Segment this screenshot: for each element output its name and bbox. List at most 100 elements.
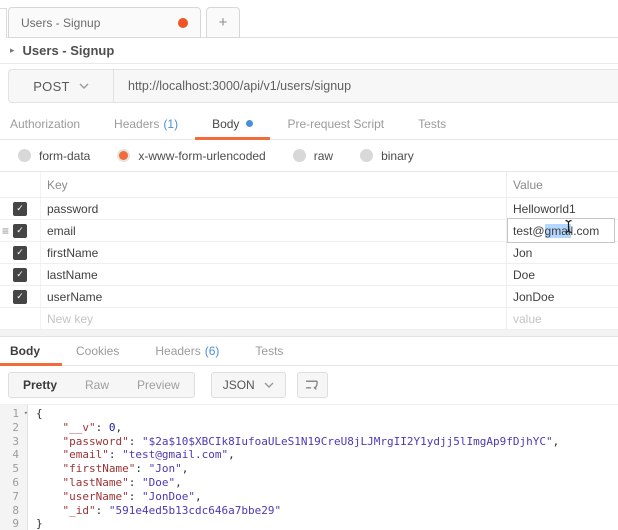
url-row: POST http://localhost:3000/api/v1/users/… <box>0 64 618 108</box>
value-cell[interactable]: Helloworld1 <box>506 198 618 219</box>
radio-icon <box>18 149 31 162</box>
method-dropdown[interactable]: POST <box>9 70 113 102</box>
value-text: test@ <box>513 224 545 238</box>
view-mode-pretty[interactable]: Pretty <box>9 373 71 397</box>
url-box: POST http://localhost:3000/api/v1/users/… <box>8 69 618 103</box>
code-text: { <box>28 407 43 421</box>
body-type-options: form-data x-www-form-urlencoded raw binary <box>0 140 618 171</box>
body-type-x-www-form-urlencoded[interactable]: x-www-form-urlencoded <box>117 149 265 163</box>
request-tab-label: Body <box>212 117 239 131</box>
code-text: "email": "test@gmail.com", <box>28 448 235 462</box>
response-tab-label: Cookies <box>76 344 119 358</box>
table-row: ≡ ✓ emailtest@gmail.com <box>0 220 618 242</box>
row-checkbox[interactable]: ✓ <box>13 224 27 238</box>
section-divider <box>0 330 618 337</box>
request-tab-label: Authorization <box>10 117 80 131</box>
table-row: ✓ passwordHelloworld1 <box>0 198 618 220</box>
chevron-right-icon: ▸ <box>10 45 15 56</box>
code-lines: 1▾{2 "__v": 0,3 "password": "$2a$10$XBCI… <box>0 407 618 530</box>
code-text: } <box>28 517 43 530</box>
response-tab-tests[interactable]: Tests <box>237 337 301 365</box>
line-number: 7 <box>0 490 28 504</box>
code-line: 6 "lastName": "Doe", <box>0 476 618 490</box>
postman-window: Users - Signup + ▸ Users - Signup POST h… <box>0 0 618 530</box>
key-cell[interactable]: userName <box>40 286 506 307</box>
code-text: "userName": "JonDoe", <box>28 490 202 504</box>
text-cursor-icon <box>564 219 573 234</box>
request-tab-body[interactable]: Body <box>195 108 270 139</box>
view-mode-preview[interactable]: Preview <box>123 373 194 397</box>
line-number: 6 <box>0 476 28 490</box>
response-tab-cookies[interactable]: Cookies <box>58 337 137 365</box>
code-text: "_id": "591e4ed5b13cdc646a7bbe29" <box>28 504 281 518</box>
code-line: 3 "password": "$2a$10$XBCIk8IufoaULeS1N1… <box>0 435 618 449</box>
tab-title: Users - Signup <box>21 16 100 30</box>
line-number: 5 <box>0 462 28 476</box>
row-checkbox[interactable]: ✓ <box>13 202 27 216</box>
code-line: 2 "__v": 0, <box>0 421 618 435</box>
value-input-focused[interactable]: test@gmail.com <box>507 218 615 243</box>
key-cell[interactable]: lastName <box>40 264 506 285</box>
body-type-binary[interactable]: binary <box>360 149 414 163</box>
language-label: JSON <box>223 378 255 392</box>
request-tab-headers[interactable]: Headers(1) <box>97 108 195 139</box>
key-cell[interactable]: password <box>40 198 506 219</box>
drag-handle-icon[interactable]: ≡ <box>2 224 9 236</box>
view-mode-raw[interactable]: Raw <box>71 373 123 397</box>
wrap-text-button[interactable] <box>297 372 328 398</box>
line-number: 4 <box>0 448 28 462</box>
request-tab-users-signup[interactable]: Users - Signup <box>8 7 201 38</box>
response-tab-label: Tests <box>255 344 283 358</box>
body-type-form-data[interactable]: form-data <box>18 149 90 163</box>
row-checkbox[interactable]: ✓ <box>13 290 27 304</box>
value-cell[interactable]: Doe <box>506 264 618 285</box>
plus-icon: + <box>219 14 228 31</box>
request-collapse-header[interactable]: ▸ Users - Signup <box>0 38 618 64</box>
line-number: 9 <box>0 517 28 530</box>
code-line: 1▾{ <box>0 407 618 421</box>
value-text: l.com <box>571 224 600 238</box>
new-value-input[interactable]: value <box>506 308 618 329</box>
body-type-label: binary <box>381 149 414 163</box>
response-tab-headers[interactable]: Headers (6) <box>137 337 237 365</box>
request-name: Users - Signup <box>23 43 115 58</box>
partial-tab <box>0 8 7 38</box>
body-content-dot-icon <box>246 120 253 127</box>
value-cell[interactable]: test@gmail.com <box>506 220 618 241</box>
request-tab-pre-request-script[interactable]: Pre-request Script <box>270 108 401 139</box>
code-line: 4 "email": "test@gmail.com", <box>0 448 618 462</box>
tab-count-badge: (1) <box>163 117 178 131</box>
row-checkbox[interactable]: ✓ <box>13 268 27 282</box>
key-cell[interactable]: firstName <box>40 242 506 263</box>
tab-strip: Users - Signup + <box>0 0 618 38</box>
code-line: 8 "_id": "591e4ed5b13cdc646a7bbe29" <box>0 504 618 518</box>
response-tab-label: Headers <box>155 344 200 358</box>
url-input[interactable]: http://localhost:3000/api/v1/users/signu… <box>114 79 351 93</box>
table-row: ✓ lastNameDoe <box>0 264 618 286</box>
new-key-input[interactable]: New key <box>40 308 506 329</box>
table-header-row: Key Value <box>0 172 618 198</box>
line-number: 1▾ <box>0 407 28 421</box>
request-tab-label: Pre-request Script <box>287 117 384 131</box>
value-cell[interactable]: JonDoe <box>506 286 618 307</box>
body-type-raw[interactable]: raw <box>293 149 333 163</box>
radio-icon <box>360 149 373 162</box>
request-tabs: Authorization Headers(1) Body Pre-request S… <box>0 108 618 140</box>
value-cell[interactable]: Jon <box>506 242 618 263</box>
row-checkbox[interactable]: ✓ <box>13 246 27 260</box>
request-tab-tests[interactable]: Tests <box>401 108 463 139</box>
response-tab-body[interactable]: Body <box>10 337 58 365</box>
request-tab-authorization[interactable]: Authorization <box>10 108 97 139</box>
key-cell[interactable]: email <box>40 220 506 241</box>
language-dropdown[interactable]: JSON <box>211 372 286 398</box>
tab-count-badge: (6) <box>205 344 220 358</box>
wrap-text-icon <box>305 378 320 392</box>
code-line: 9} <box>0 517 618 530</box>
chevron-down-icon <box>79 83 89 89</box>
line-number: 2 <box>0 421 28 435</box>
key-column-header: Key <box>40 172 506 197</box>
new-row-placeholder: New keyvalue <box>0 308 618 330</box>
chevron-down-icon <box>264 382 274 388</box>
new-tab-button[interactable]: + <box>206 7 240 38</box>
response-body-viewer: 1▾{2 "__v": 0,3 "password": "$2a$10$XBCI… <box>0 404 618 530</box>
